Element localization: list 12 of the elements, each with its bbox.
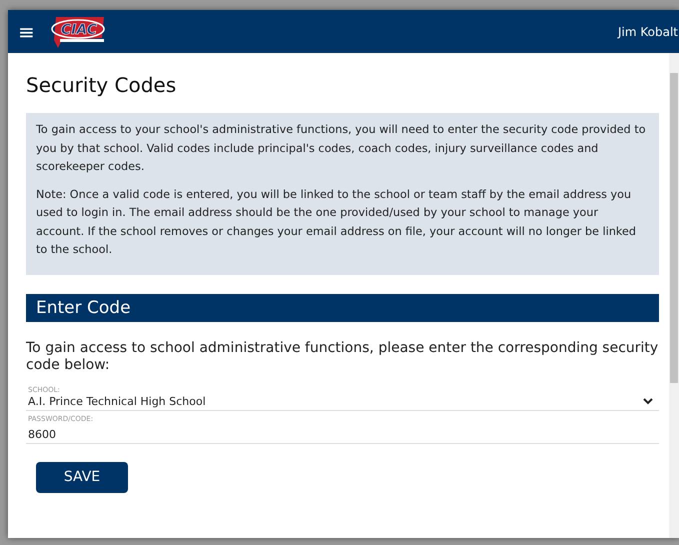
chevron-down-icon[interactable]	[643, 398, 653, 404]
page-title: Security Codes	[26, 73, 178, 97]
section-header: Enter Code	[26, 294, 659, 322]
instructions-text: To gain access to school administrative functions, please enter the corresponding security code below:	[26, 340, 659, 374]
info-paragraph: Note: Once a valid code is entered, you will be linked to the school or team staff by the email address you used to login in. The email address should be the one provided/used by your school to manage your account. If the school removes or changes your email address on file, your account will no longer be linked to the school.	[36, 186, 637, 258]
school-dropdown[interactable]: A.I. Prince Technical High School	[26, 394, 659, 408]
save-button[interactable]: SAVE	[36, 462, 128, 492]
info-paragraph: To gain access to your school's administrative functions, you will need to enter the security code provided to you by that school. Valid codes include principal's codes, coach codes, injury surveillance codes and scorekeeper codes.	[36, 122, 647, 175]
menu-icon[interactable]: ≡	[18, 22, 34, 42]
user-name[interactable]: Jim Kobalt	[618, 24, 679, 38]
scrollbar[interactable]	[669, 53, 679, 538]
code-input[interactable]: 8600	[26, 426, 330, 442]
